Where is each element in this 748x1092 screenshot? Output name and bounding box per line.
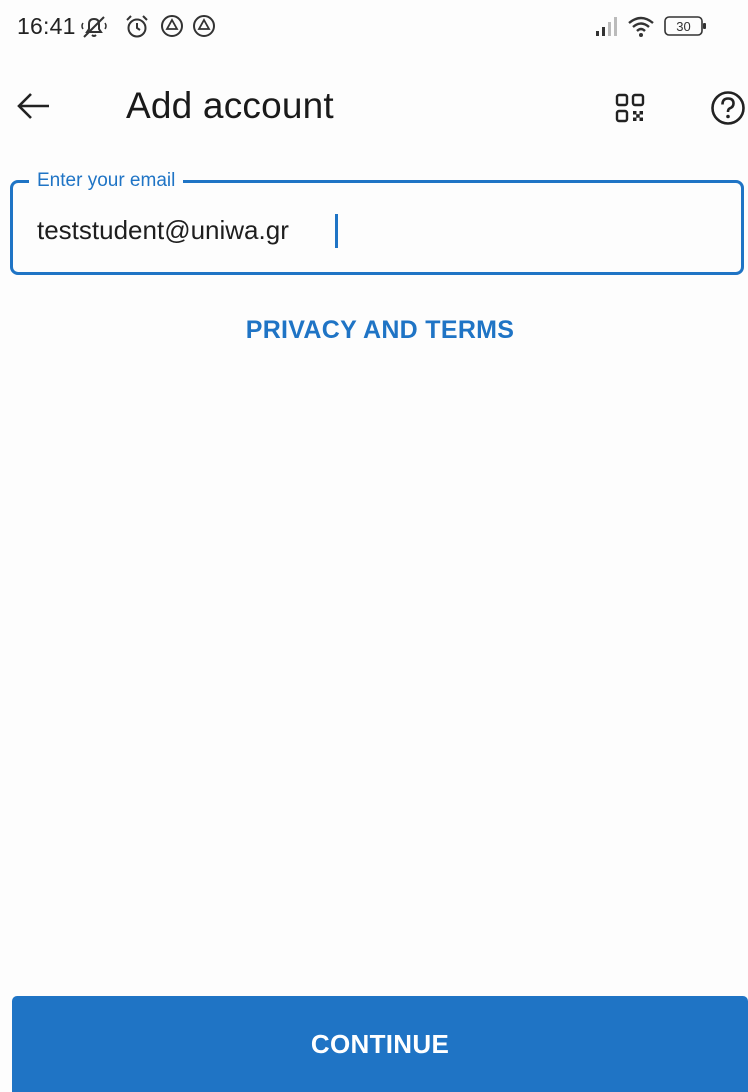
help-circle-icon bbox=[706, 91, 748, 137]
signal-icon bbox=[594, 14, 620, 38]
privacy-and-terms-link[interactable]: PRIVACY AND TERMS bbox=[0, 316, 748, 345]
qr-code-icon bbox=[615, 93, 645, 128]
email-field[interactable]: Enter your email bbox=[10, 169, 744, 275]
battery-icon: 30 bbox=[664, 14, 708, 38]
email-field-label: Enter your email bbox=[29, 169, 184, 193]
back-button[interactable] bbox=[6, 80, 62, 136]
help-button[interactable] bbox=[706, 85, 748, 137]
continue-button[interactable]: CONTINUE bbox=[12, 996, 748, 1092]
scan-qr-button[interactable] bbox=[604, 84, 656, 136]
page-title: Add account bbox=[126, 85, 334, 126]
wifi-icon bbox=[626, 14, 656, 38]
email-input[interactable] bbox=[37, 210, 717, 250]
drive-icon bbox=[160, 14, 184, 38]
drive-icon bbox=[192, 14, 216, 38]
status-time: 16:41 bbox=[17, 13, 76, 39]
notifications-muted-icon bbox=[80, 14, 108, 38]
toolbar: Add account bbox=[0, 56, 748, 162]
alarm-icon bbox=[124, 14, 150, 38]
status-bar: 16:41 30 bbox=[0, 0, 748, 56]
text-cursor bbox=[335, 214, 338, 248]
battery-level: 30 bbox=[676, 19, 690, 34]
arrow-left-icon bbox=[16, 91, 52, 126]
